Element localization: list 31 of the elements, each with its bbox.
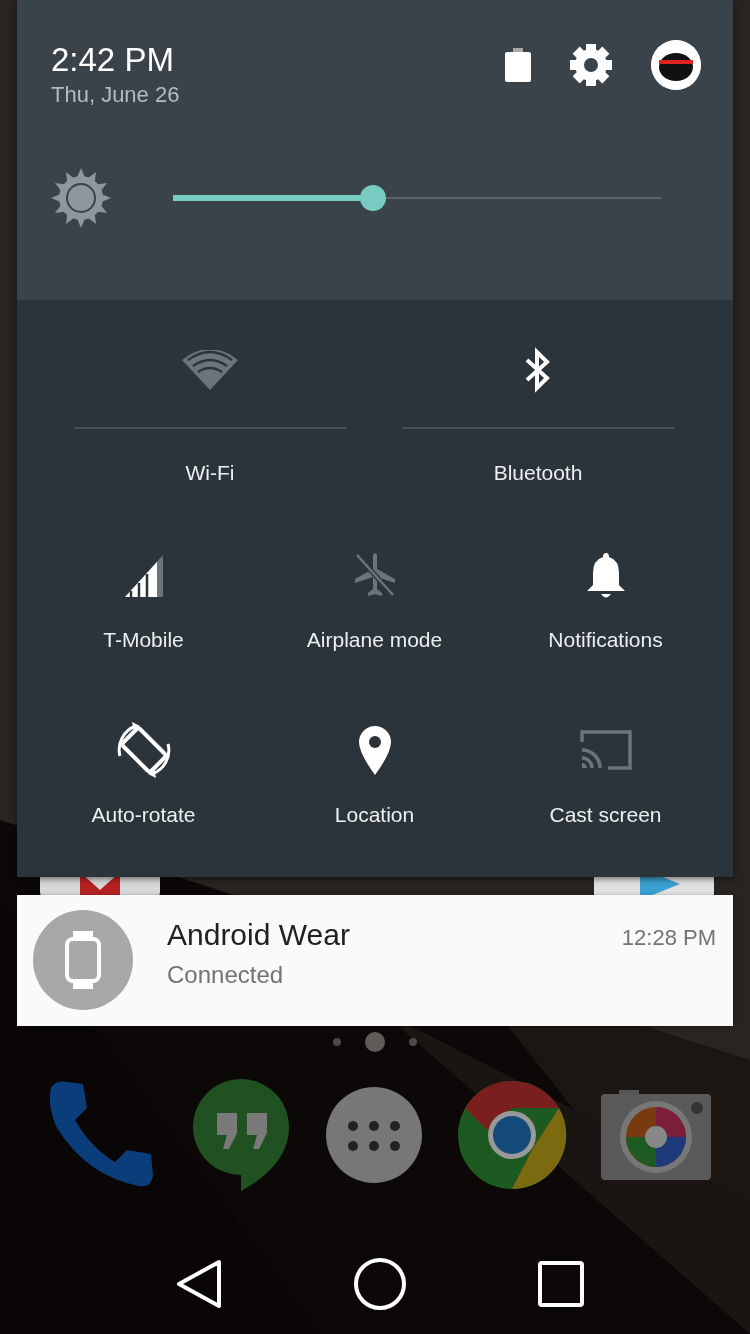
tile-label[interactable]: Airplane mode — [306, 627, 443, 653]
tile-label[interactable]: Wi-Fi — [185, 460, 235, 486]
app-drawer-icon[interactable] — [325, 1086, 423, 1185]
battery-icon — [505, 48, 531, 82]
tile-label[interactable]: Notifications — [548, 627, 663, 653]
date-label: Thu, June 26 — [51, 81, 181, 109]
notification-text: Connected — [167, 960, 285, 990]
brightness-icon — [51, 168, 111, 228]
location-pin-icon — [356, 725, 393, 775]
browser-icon[interactable] — [457, 1080, 567, 1191]
notification-title: Android Wear — [167, 917, 351, 953]
clock-time: 2:42 PM — [51, 40, 175, 80]
chat-bubble-icon[interactable] — [191, 1077, 291, 1194]
profile-avatar[interactable] — [651, 40, 701, 90]
settings-icon[interactable] — [569, 43, 613, 87]
tile-label[interactable]: T-Mobile — [103, 627, 184, 653]
notification-card[interactable]: Android Wear Connected 12:28 PM — [17, 895, 733, 1026]
tile-label[interactable]: Cast screen — [549, 802, 662, 828]
tile-label[interactable]: Auto-rotate — [91, 802, 196, 828]
brightness-slider[interactable] — [173, 185, 661, 211]
notification-time: 12:28 PM — [621, 924, 716, 951]
cast-icon — [577, 728, 634, 772]
airplane-icon — [352, 551, 397, 599]
back-button[interactable] — [175, 1258, 223, 1311]
home-button[interactable] — [353, 1257, 407, 1312]
signal-bars-icon — [122, 553, 165, 597]
tile-label[interactable]: Bluetooth — [493, 460, 583, 486]
camera-icon[interactable] — [601, 1090, 711, 1181]
tile-label[interactable]: Location — [334, 802, 415, 828]
wifi-icon — [182, 350, 238, 390]
recents-button[interactable] — [537, 1260, 585, 1309]
